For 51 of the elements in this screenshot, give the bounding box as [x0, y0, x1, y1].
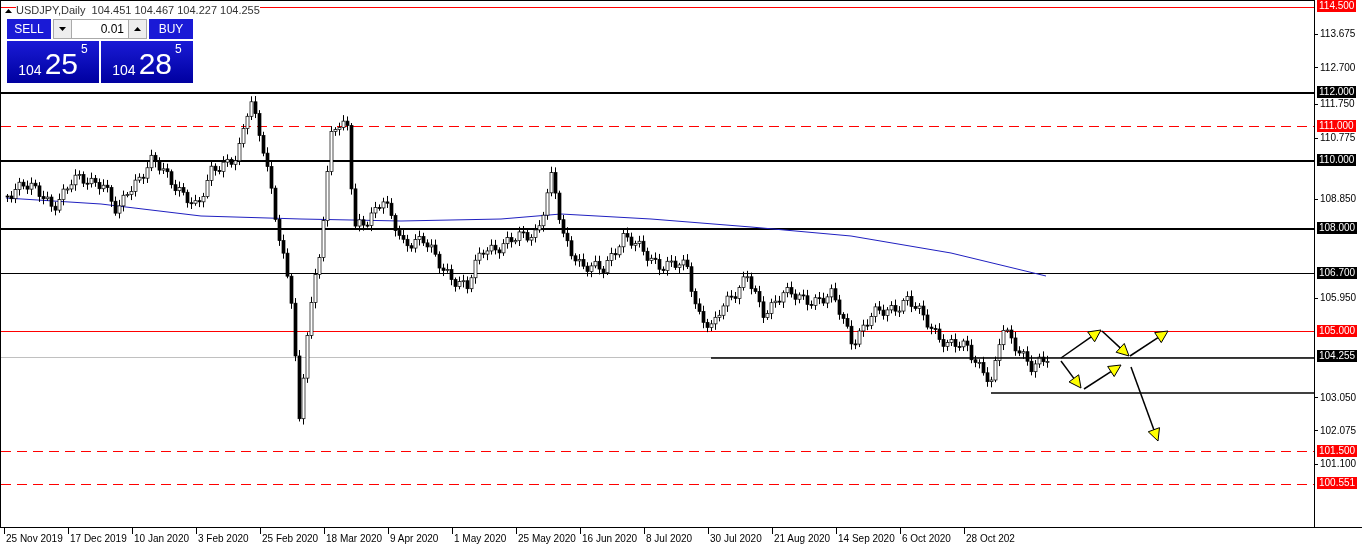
date-label: 9 Apr 2020: [390, 533, 439, 545]
price-level-label: 106.700: [1317, 266, 1358, 279]
lot-input[interactable]: 0.01: [72, 20, 128, 38]
date-label: 8 Jul 2020: [646, 533, 693, 545]
buy-button[interactable]: BUY: [149, 19, 193, 39]
lot-field[interactable]: 0.01: [53, 19, 147, 39]
date-label: 17 Dec 2019: [70, 533, 127, 545]
arrow-drawing: [1129, 330, 1169, 357]
sell-button[interactable]: SELL: [7, 19, 51, 39]
date-label: 28 Oct 202: [966, 533, 1015, 545]
price-tick-label: 113.675: [1320, 28, 1356, 41]
price-level-label: 110.000: [1317, 153, 1357, 166]
date-label: 1 May 2020: [454, 533, 507, 545]
price-level-label: 104.255: [1317, 350, 1358, 363]
price-tick-label: 103.050: [1320, 391, 1357, 404]
price-level-label: 112.000: [1317, 85, 1357, 98]
symbol-info: USDJPY,Daily 104.451 104.467 104.227 104.255: [16, 4, 260, 17]
increase-button[interactable]: [128, 20, 146, 38]
price-level-label: 105.000: [1317, 324, 1358, 337]
price-level-label: 100.551: [1317, 477, 1358, 490]
price-fraction: 5: [81, 43, 88, 55]
date-label: 6 Oct 2020: [902, 533, 951, 545]
price-tick-label: 105.950: [1320, 292, 1357, 305]
date-label: 25 Feb 2020: [262, 533, 319, 545]
price-main: 25: [44, 49, 78, 79]
down-icon: [59, 27, 66, 31]
date-label: 25 May 2020: [518, 533, 576, 545]
price-level-label: 101.500: [1317, 444, 1358, 457]
up-icon: [134, 27, 141, 31]
price-level-label: 114.500: [1317, 0, 1357, 12]
price-prefix: 104: [18, 63, 42, 77]
date-label: 3 Feb 2020: [198, 533, 249, 545]
date-label: 30 Jul 2020: [710, 533, 762, 545]
date-label: 10 Jan 2020: [134, 533, 190, 545]
price-tick-label: 112.700: [1320, 61, 1356, 74]
date-label: 14 Sep 2020: [838, 533, 895, 545]
price-fraction: 5: [175, 43, 182, 55]
price-tick-label: 108.850: [1320, 193, 1357, 206]
price-tick-label: 102.075: [1320, 424, 1357, 437]
price-tick-label: 101.100: [1320, 458, 1357, 471]
date-label: 21 Aug 2020: [774, 533, 831, 545]
price-tick-label: 110.775: [1320, 132, 1356, 145]
price-tick-label: 111.750: [1320, 98, 1355, 110]
price-level-label: 108.000: [1317, 222, 1358, 235]
date-label: 25 Nov 2019: [6, 533, 63, 545]
price-level-label: 111.000: [1317, 119, 1356, 132]
date-label: 16 Jun 2020: [582, 533, 638, 545]
date-label: 18 Mar 2020: [326, 533, 383, 545]
price-main: 28: [138, 49, 172, 79]
decrease-button[interactable]: [54, 20, 72, 38]
price-prefix: 104: [112, 63, 136, 77]
